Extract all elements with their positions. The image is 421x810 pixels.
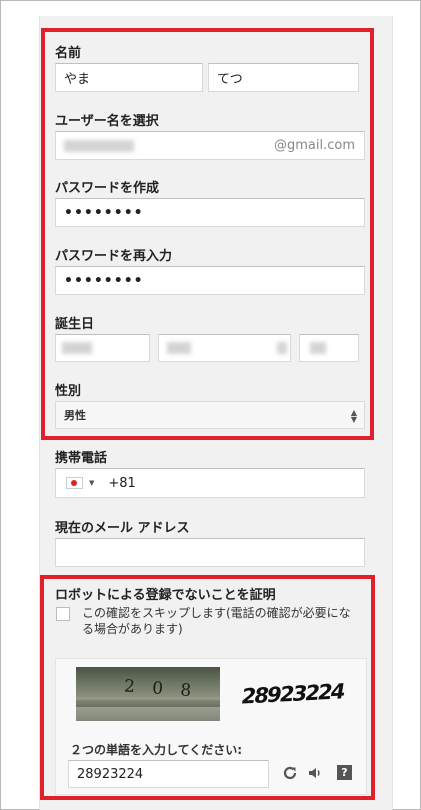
- highlight-box-personal-info: [41, 28, 374, 440]
- phone-input[interactable]: ▼ +81: [55, 468, 365, 498]
- highlight-box-captcha: [40, 575, 375, 800]
- current-email-label: 現在のメール アドレス: [55, 521, 190, 536]
- current-email-input[interactable]: [55, 538, 365, 567]
- country-code: +81: [108, 475, 136, 491]
- japan-flag-icon[interactable]: [66, 477, 83, 489]
- country-dropdown-icon[interactable]: ▼: [89, 479, 94, 487]
- phone-label: 携帯電話: [55, 451, 108, 466]
